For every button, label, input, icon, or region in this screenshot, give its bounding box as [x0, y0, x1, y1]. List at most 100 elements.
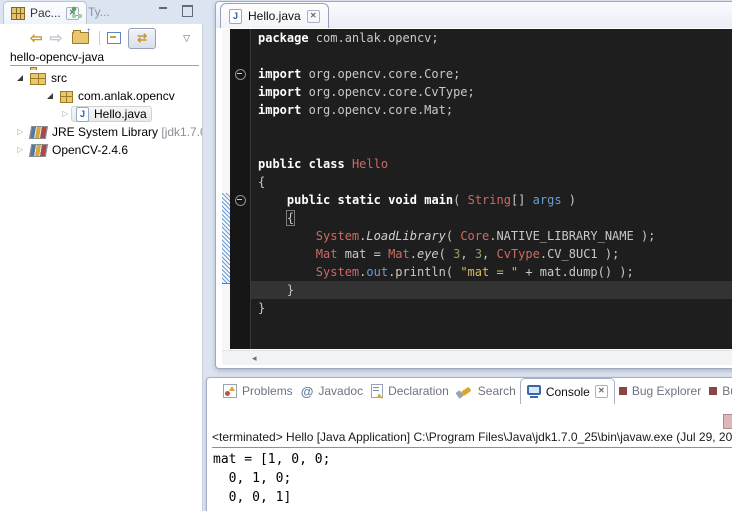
- tree-label-wrap[interactable]: JRE System Library [jdk1.7.0: [30, 124, 203, 140]
- code-token: public: [258, 157, 301, 171]
- expanded-arrow-icon[interactable]: [47, 87, 57, 105]
- library-icon: [29, 144, 48, 157]
- java-file-icon: [76, 107, 89, 122]
- back-arrow-icon[interactable]: [30, 29, 43, 47]
- collapsed-arrow-icon[interactable]: [17, 123, 27, 141]
- tab-bug-explorer[interactable]: Bug Explorer: [615, 378, 705, 404]
- tab-search[interactable]: Search: [453, 378, 520, 404]
- code-line[interactable]: [251, 47, 732, 65]
- bug-icon: [619, 387, 627, 395]
- tree-item-src[interactable]: src: [0, 69, 202, 87]
- forward-arrow-icon[interactable]: [50, 29, 63, 47]
- maximize-icon[interactable]: [182, 5, 193, 17]
- code-token: }: [258, 301, 265, 315]
- tab-declaration[interactable]: Declaration: [367, 378, 453, 404]
- tree-item-project[interactable]: hello-opencv-java: [10, 50, 199, 66]
- tree-item-opencv-2-4-6[interactable]: OpenCV-2.4.6: [0, 141, 202, 159]
- code-line[interactable]: {: [251, 173, 732, 191]
- expanded-arrow-icon[interactable]: [17, 69, 27, 87]
- collapse-all-icon[interactable]: [107, 32, 121, 44]
- type-hierarchy-icon: [71, 6, 83, 18]
- code-token: Mat: [388, 247, 410, 261]
- code-token: import: [258, 67, 301, 81]
- code-line[interactable]: [251, 137, 732, 155]
- tab-javadoc[interactable]: Javadoc: [297, 378, 367, 404]
- fold-collapse-icon[interactable]: [235, 69, 246, 80]
- code-token: 3: [475, 247, 482, 261]
- collapsed-arrow-icon[interactable]: [17, 141, 27, 159]
- package-explorer-icon: [11, 7, 25, 20]
- code-token: [258, 247, 316, 261]
- code-line[interactable]: Mat mat = Mat.eye( 3, 3, CvType.CV_8UC1 …: [251, 245, 732, 263]
- code-token: ,: [460, 247, 474, 261]
- tab-type-hierarchy[interactable]: Ty...: [64, 1, 117, 23]
- fold-gutter[interactable]: [230, 29, 251, 349]
- code-token: org.opencv.core.Mat;: [301, 103, 453, 117]
- code-token: .CV_8UC1 );: [540, 247, 619, 261]
- horizontal-scrollbar[interactable]: ◂: [222, 350, 732, 365]
- code-line[interactable]: public class Hello: [251, 155, 732, 173]
- tree-item-jre-system-library[interactable]: JRE System Library [jdk1.7.0: [0, 123, 202, 141]
- fold-collapse-icon[interactable]: [235, 195, 246, 206]
- code-line[interactable]: [251, 119, 732, 137]
- code-token: Core: [460, 229, 489, 243]
- tree-label-wrap[interactable]: com.anlak.opencv: [60, 88, 175, 104]
- code-line[interactable]: import org.opencv.core.CvType;: [251, 83, 732, 101]
- console-output[interactable]: mat = [1, 0, 0; 0, 1, 0; 0, 0, 1]: [213, 450, 330, 507]
- code-line[interactable]: {: [251, 209, 732, 227]
- code-line[interactable]: System.out.println( "mat = " + mat.dump(…: [251, 263, 732, 281]
- code-token: {: [258, 175, 265, 189]
- minimize-icon[interactable]: [158, 6, 168, 16]
- code-token: [258, 229, 316, 243]
- tab-problems[interactable]: Problems: [219, 378, 297, 404]
- editor-tab-bar: Hello.java: [216, 2, 732, 28]
- code-token: Hello: [352, 157, 388, 171]
- code-token: LoadLibrary: [366, 229, 445, 243]
- editor-tab-label: Hello.java: [248, 9, 301, 23]
- close-icon[interactable]: [307, 10, 320, 23]
- editor-area: Hello.java package com.anlak.opencv; imp…: [215, 1, 732, 369]
- code-token: eye: [417, 247, 439, 261]
- gutter-row: [230, 137, 250, 155]
- package-explorer-body: hello-opencv-java src com.anlak.opencv Hel…: [0, 24, 203, 511]
- tree-label-wrap[interactable]: src: [30, 70, 67, 86]
- code-line[interactable]: package com.anlak.opencv;: [251, 29, 732, 47]
- code-token: void: [388, 193, 417, 207]
- scroll-left-icon[interactable]: ◂: [252, 354, 257, 363]
- code-editor[interactable]: package com.anlak.opencv; import org.ope…: [251, 29, 732, 349]
- tree-selection[interactable]: Hello.java: [71, 106, 152, 122]
- declaration-icon: [371, 384, 383, 398]
- console-tab-bar: ProblemsJavadocDeclarationSearchConsoleB…: [207, 378, 732, 404]
- view-menu-icon[interactable]: [183, 33, 190, 44]
- annotation-ruler[interactable]: [222, 29, 230, 349]
- package-icon: [60, 91, 73, 103]
- code-line[interactable]: System.LoadLibrary( Core.NATIVE_LIBRARY_…: [251, 227, 732, 245]
- tree-label-wrap[interactable]: OpenCV-2.4.6: [30, 142, 128, 158]
- console-toolbar-icon[interactable]: [723, 414, 732, 429]
- tree-item-label: com.anlak.opencv: [78, 89, 175, 103]
- code-line[interactable]: import org.opencv.core.Core;: [251, 65, 732, 83]
- console-status-line: <terminated> Hello [Java Application] C:…: [212, 430, 732, 448]
- code-line-current[interactable]: }: [251, 281, 732, 299]
- code-token: Mat: [316, 247, 338, 261]
- code-token: org.opencv.core.Core;: [301, 67, 460, 81]
- tab-hello-java[interactable]: Hello.java: [220, 3, 329, 28]
- view-tab-bar: Pac... Ty...: [0, 0, 203, 24]
- problems-icon: [223, 384, 237, 398]
- tab-bug[interactable]: Bug: [705, 378, 732, 404]
- code-line[interactable]: public static void main( String[] args ): [251, 191, 732, 209]
- code-line[interactable]: import org.opencv.core.Mat;: [251, 101, 732, 119]
- close-icon[interactable]: [595, 385, 608, 398]
- code-line[interactable]: }: [251, 299, 732, 317]
- code-token: args: [533, 193, 562, 207]
- go-up-icon[interactable]: [72, 32, 89, 44]
- tab-console[interactable]: Console: [520, 378, 615, 404]
- console-tab-label: Problems: [242, 384, 293, 398]
- console-view: ProblemsJavadocDeclarationSearchConsoleB…: [206, 377, 732, 511]
- link-with-editor-button[interactable]: [128, 28, 156, 49]
- console-icon: [527, 385, 541, 398]
- view-minmax-controls: [158, 5, 193, 17]
- tree-item-com-anlak-opencv[interactable]: com.anlak.opencv: [0, 87, 202, 105]
- code-token: out: [366, 265, 388, 279]
- tree-item-hello-java[interactable]: Hello.java: [0, 105, 202, 123]
